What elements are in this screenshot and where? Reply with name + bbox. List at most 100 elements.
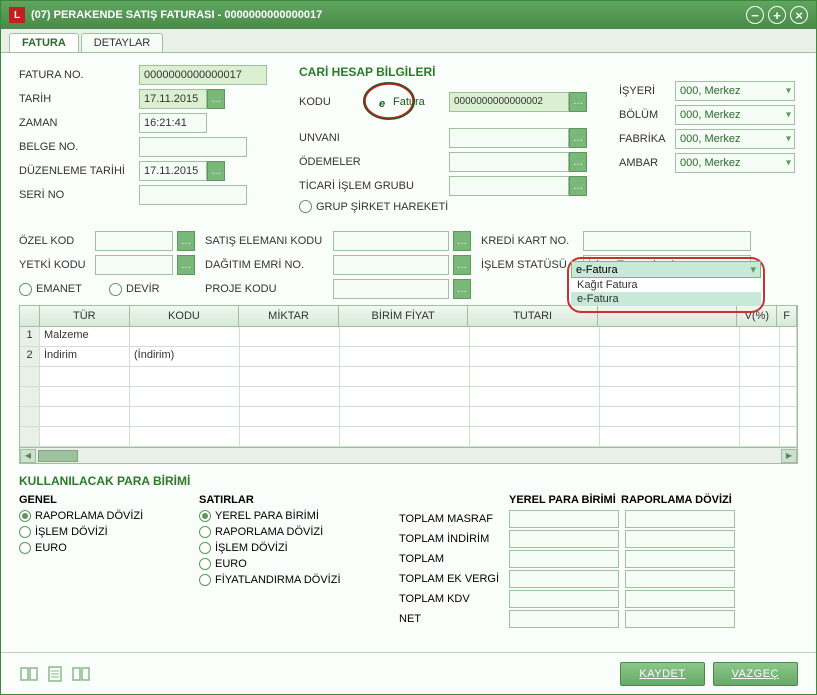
grid-cell-kodu[interactable] <box>130 327 240 346</box>
radio-satir-fiyat[interactable]: FİYATLANDIRMA DÖVİZİ <box>199 574 379 586</box>
satis-eleman-lookup-icon[interactable]: … <box>453 231 471 251</box>
toplam-raporlama[interactable] <box>625 550 735 568</box>
toplam-indirim-raporlama[interactable] <box>625 530 735 548</box>
toplam-indirim-yerel[interactable] <box>509 530 619 548</box>
kodu-lookup-icon[interactable]: … <box>569 92 587 112</box>
grid-scrollbar[interactable]: ◀ ▶ <box>20 447 797 463</box>
ticari-input[interactable] <box>449 176 569 196</box>
grid-cell[interactable] <box>780 327 797 346</box>
toplam-ek-vergi-raporlama[interactable] <box>625 570 735 588</box>
grid-cell-tur[interactable]: Malzeme <box>40 327 130 346</box>
yetki-kodu-label: YETKİ KODU <box>19 259 91 271</box>
grid-cell[interactable] <box>470 327 600 346</box>
grid-row[interactable]: 2 İndirim (İndirim) <box>20 347 797 367</box>
vazgec-button[interactable]: VAZGEÇ <box>713 662 798 686</box>
kaydet-button[interactable]: KAYDET <box>620 662 704 686</box>
radio-satir-raporlama[interactable]: RAPORLAMA DÖVİZİ <box>199 526 379 538</box>
grid-cell[interactable] <box>780 347 797 366</box>
grid-header-tur[interactable]: TÜR <box>40 306 130 326</box>
grid-cell-kodu[interactable]: (İndirim) <box>130 347 240 366</box>
grid-cell[interactable] <box>470 347 600 366</box>
grid-cell[interactable] <box>340 327 470 346</box>
grid-cell[interactable] <box>600 327 740 346</box>
odemeler-input[interactable] <box>449 152 569 172</box>
grid-header-birim-fiyat[interactable]: BİRİM FİYAT <box>339 306 469 326</box>
seri-no-input[interactable] <box>139 185 247 205</box>
proje-kodu-lookup-icon[interactable]: … <box>453 279 471 299</box>
isyeri-select[interactable] <box>675 81 795 101</box>
grid-cell[interactable] <box>600 347 740 366</box>
odemeler-lookup-icon[interactable]: … <box>569 152 587 172</box>
toplam-kdv-yerel[interactable] <box>509 590 619 608</box>
tab-detaylar[interactable]: DETAYLAR <box>81 33 163 52</box>
tab-fatura[interactable]: FATURA <box>9 33 79 52</box>
grid-cell[interactable] <box>240 347 340 366</box>
notes-icon[interactable] <box>45 664 65 684</box>
bolum-select[interactable] <box>675 105 795 125</box>
toplam-yerel[interactable] <box>509 550 619 568</box>
minimize-icon[interactable]: − <box>746 6 764 24</box>
scroll-right-icon[interactable]: ▶ <box>781 449 797 463</box>
dropdown-option-kagit[interactable]: Kağıt Fatura <box>571 278 761 292</box>
fatura-no-input[interactable] <box>139 65 267 85</box>
zaman-input[interactable] <box>139 113 207 133</box>
radio-genel-euro[interactable]: EURO <box>19 542 179 554</box>
fabrika-select[interactable] <box>675 129 795 149</box>
radio-satir-yerel[interactable]: YEREL PARA BİRİMİ <box>199 510 379 522</box>
satis-eleman-input[interactable] <box>333 231 449 251</box>
grid-header-miktar[interactable]: MİKTAR <box>239 306 339 326</box>
devir-checkbox[interactable] <box>109 283 122 296</box>
ozel-kod-input[interactable] <box>95 231 173 251</box>
grid-row-empty[interactable] <box>20 427 797 447</box>
grid-cell[interactable] <box>740 327 780 346</box>
duzenleme-input[interactable] <box>139 161 207 181</box>
book2-icon[interactable] <box>71 664 91 684</box>
grid-row-empty[interactable] <box>20 387 797 407</box>
emanet-checkbox[interactable] <box>19 283 32 296</box>
toplam-ek-vergi-yerel[interactable] <box>509 570 619 588</box>
yetki-kodu-lookup-icon[interactable]: … <box>177 255 195 275</box>
grid-row-empty[interactable] <box>20 407 797 427</box>
grid-cell[interactable] <box>340 347 470 366</box>
dagitim-emri-input[interactable] <box>333 255 449 275</box>
tarih-picker-icon[interactable]: … <box>207 89 225 109</box>
ambar-select[interactable] <box>675 153 795 173</box>
radio-satir-islem[interactable]: İŞLEM DÖVİZİ <box>199 542 379 554</box>
grid-row-empty[interactable] <box>20 367 797 387</box>
unvani-lookup-icon[interactable]: … <box>569 128 587 148</box>
net-raporlama[interactable] <box>625 610 735 628</box>
net-yerel[interactable] <box>509 610 619 628</box>
grup-checkbox[interactable] <box>299 200 312 213</box>
belge-no-input[interactable] <box>139 137 247 157</box>
kredi-kart-input[interactable] <box>583 231 751 251</box>
radio-genel-raporlama[interactable]: RAPORLAMA DÖVİZİ <box>19 510 179 522</box>
dropdown-option-efatura[interactable]: e-Fatura <box>571 292 761 306</box>
scroll-left-icon[interactable]: ◀ <box>20 449 36 463</box>
scroll-thumb[interactable] <box>38 450 78 462</box>
grid-cell[interactable] <box>740 347 780 366</box>
dagitim-emri-lookup-icon[interactable]: … <box>453 255 471 275</box>
ticari-lookup-icon[interactable]: … <box>569 176 587 196</box>
grid-cell-tur[interactable]: İndirim <box>40 347 130 366</box>
maximize-icon[interactable]: + <box>768 6 786 24</box>
tab-bar: FATURA DETAYLAR <box>1 29 816 53</box>
proje-kodu-input[interactable] <box>333 279 449 299</box>
toplam-kdv-raporlama[interactable] <box>625 590 735 608</box>
grid-header-last[interactable]: F <box>777 306 797 326</box>
grid-header-kodu[interactable]: KODU <box>130 306 240 326</box>
toplam-masraf-raporlama[interactable] <box>625 510 735 528</box>
tarih-input[interactable] <box>139 89 207 109</box>
yetki-kodu-input[interactable] <box>95 255 173 275</box>
unvani-input[interactable] <box>449 128 569 148</box>
grid-cell[interactable] <box>240 327 340 346</box>
toplam-masraf-yerel[interactable] <box>509 510 619 528</box>
radio-genel-islem[interactable]: İŞLEM DÖVİZİ <box>19 526 179 538</box>
ozel-kod-lookup-icon[interactable]: … <box>177 231 195 251</box>
radio-satir-euro[interactable]: EURO <box>199 558 379 570</box>
book-icon[interactable] <box>19 664 39 684</box>
duzenleme-picker-icon[interactable]: … <box>207 161 225 181</box>
grid-row[interactable]: 1 Malzeme <box>20 327 797 347</box>
close-icon[interactable]: × <box>790 6 808 24</box>
efatura-dropdown[interactable]: e-Fatura ▾ <box>571 261 761 278</box>
kodu-input[interactable] <box>449 92 569 112</box>
